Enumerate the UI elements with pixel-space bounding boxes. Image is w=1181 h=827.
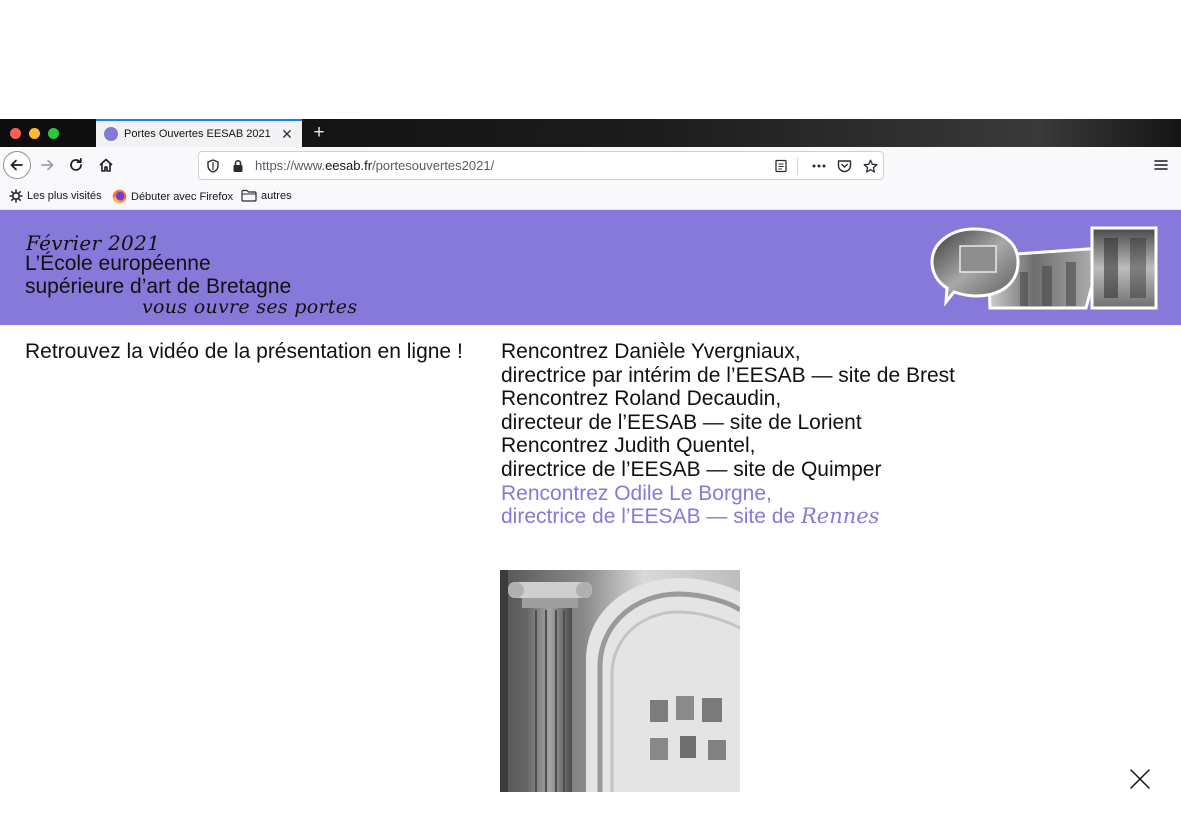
- favicon-icon: [104, 127, 118, 141]
- lock-icon[interactable]: [229, 157, 247, 175]
- firefox-icon: [112, 189, 127, 204]
- tab-title: Portes Ouvertes EESAB 2021: [124, 128, 271, 140]
- arrow-left-icon: [10, 159, 23, 171]
- video-presentation-link[interactable]: Retrouvez la vidéo de la présentation en…: [25, 340, 465, 364]
- director-entry-brest[interactable]: Rencontrez Danièle Yvergniaux, directric…: [501, 340, 1141, 387]
- more-actions-icon[interactable]: [810, 157, 828, 175]
- director-role: directrice par intérim de l’EESAB — site…: [501, 363, 956, 387]
- site-directors-list: Rencontrez Danièle Yvergniaux, directric…: [501, 340, 1141, 529]
- url-separator: [797, 157, 798, 175]
- bookmark-star-icon[interactable]: [861, 157, 879, 175]
- director-name: Rencontrez Judith Quentel,: [501, 434, 756, 458]
- director-role-line: directrice de l’EESAB — site de Rennes: [501, 504, 1141, 529]
- url-path: /portesouvertes2021/: [372, 158, 495, 173]
- director-entry-lorient[interactable]: Rencontrez Roland Decaudin, directeur de…: [501, 387, 1141, 434]
- url-prefix: https://www.: [255, 158, 326, 173]
- site-logo-collage[interactable]: [930, 226, 1160, 312]
- url-domain: eesab.fr: [325, 158, 373, 173]
- tab-close-button[interactable]: ✕: [280, 126, 294, 143]
- close-icon[interactable]: [1129, 768, 1151, 790]
- forward-button[interactable]: [33, 151, 61, 179]
- architecture-photo: [500, 570, 740, 792]
- reader-view-icon[interactable]: [772, 157, 790, 175]
- reload-icon: [70, 157, 82, 171]
- bookmark-label: Les plus visités: [27, 190, 102, 202]
- browser-tab-active[interactable]: Portes Ouvertes EESAB 2021 ✕: [96, 119, 302, 147]
- folder-icon: [241, 189, 257, 202]
- home-button[interactable]: [92, 151, 120, 179]
- new-tab-button[interactable]: +: [309, 121, 329, 145]
- bookmark-most-visited[interactable]: Les plus visités: [9, 189, 102, 203]
- menu-button[interactable]: [1147, 151, 1175, 179]
- director-name: Rencontrez Danièle Yvergniaux,: [501, 340, 801, 363]
- bookmark-getting-started[interactable]: Débuter avec Firefox: [112, 189, 233, 204]
- home-icon: [99, 158, 113, 172]
- pocket-icon[interactable]: [835, 157, 853, 175]
- shield-icon[interactable]: [204, 157, 222, 175]
- bookmark-label: Débuter avec Firefox: [131, 190, 234, 203]
- bookmarks-toolbar: Les plus visités Débuter avec Firefox au…: [0, 184, 1181, 210]
- window-zoom-button[interactable]: [48, 128, 59, 139]
- gear-icon: [9, 189, 23, 203]
- header-tagline: vous ouvre ses portes: [142, 296, 358, 318]
- bookmark-label: autres: [261, 189, 292, 202]
- site-header: Février 2021 L’École européenne supérieu…: [0, 210, 1181, 325]
- browser-titlebar: Portes Ouvertes EESAB 2021 ✕ +: [0, 119, 1181, 147]
- director-role: directeur de l’EESAB — site de Lorient: [501, 410, 862, 434]
- reload-button[interactable]: [62, 151, 90, 179]
- browser-navbar: https://www.eesab.fr/portesouvertes2021/: [0, 147, 1181, 184]
- header-school-line1[interactable]: L’École européenne: [25, 252, 211, 276]
- director-entry-rennes[interactable]: Rencontrez Odile Le Borgne, directrice d…: [501, 482, 1141, 529]
- director-role: directrice de l’EESAB — site de: [501, 505, 796, 529]
- arrow-right-icon: [41, 159, 54, 171]
- director-name: Rencontrez Roland Decaudin,: [501, 387, 782, 411]
- hamburger-menu-icon: [1154, 160, 1168, 170]
- director-entry-quimper[interactable]: Rencontrez Judith Quentel, directrice de…: [501, 434, 1141, 481]
- bookmark-folder-autres[interactable]: autres: [241, 189, 292, 202]
- url-text[interactable]: https://www.eesab.fr/portesouvertes2021/: [255, 158, 494, 173]
- director-name: Rencontrez Odile Le Borgne,: [501, 481, 772, 505]
- back-button[interactable]: [3, 151, 31, 179]
- director-role: directrice de l’EESAB — site de Quimper: [501, 457, 882, 481]
- window-minimize-button[interactable]: [29, 128, 40, 139]
- site-city-rennes: Rennes: [800, 504, 880, 529]
- window-close-button[interactable]: [10, 128, 21, 139]
- url-bar[interactable]: https://www.eesab.fr/portesouvertes2021/: [198, 151, 884, 180]
